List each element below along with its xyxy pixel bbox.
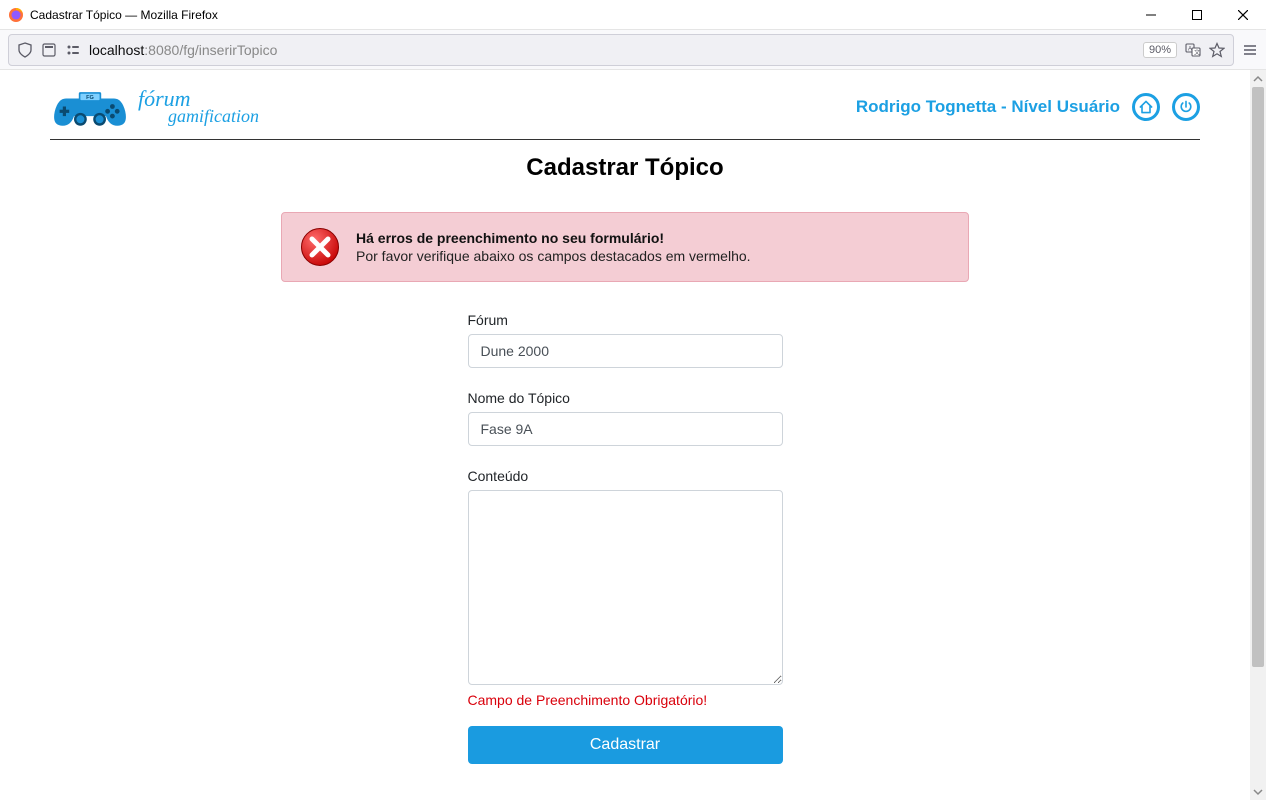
alert-subtitle: Por favor verifique abaixo os campos des…: [356, 248, 751, 264]
header-divider: [50, 139, 1200, 140]
user-label[interactable]: Rodrigo Tognetta - Nível Usuário: [856, 97, 1120, 117]
browser-toolbar: localhost:8080/fg/inserirTopico 90% A文: [0, 30, 1266, 70]
window-close-button[interactable]: [1220, 0, 1266, 30]
window-maximize-button[interactable]: [1174, 0, 1220, 30]
scroll-down-arrow-icon[interactable]: [1250, 783, 1266, 800]
user-bar: Rodrigo Tognetta - Nível Usuário: [856, 93, 1200, 121]
page-info-icon[interactable]: [41, 42, 57, 58]
content-textarea[interactable]: [468, 490, 783, 685]
vertical-scrollbar[interactable]: [1250, 70, 1266, 800]
url-path: /fg/inserirTopico: [179, 42, 277, 58]
site-logo[interactable]: FG fórum gamification: [50, 84, 259, 129]
submit-button[interactable]: Cadastrar: [468, 726, 783, 764]
url-text: localhost:8080/fg/inserirTopico: [89, 42, 277, 58]
form-error-alert: Há erros de preenchimento no seu formulá…: [281, 212, 969, 282]
topic-form: Fórum Nome do Tópico Conteúdo Campo de P…: [468, 312, 783, 764]
site-header: FG fórum gamification: [40, 84, 1210, 139]
scroll-up-arrow-icon[interactable]: [1250, 70, 1266, 87]
home-icon[interactable]: [1132, 93, 1160, 121]
controller-icon: FG: [50, 84, 130, 129]
svg-text:A: A: [1188, 46, 1192, 52]
logo-line2: gamification: [138, 108, 259, 124]
topic-name-input[interactable]: [468, 412, 783, 446]
error-icon: [300, 227, 340, 267]
url-port: :8080: [144, 42, 179, 58]
content-error-message: Campo de Preenchimento Obrigatório!: [468, 692, 783, 708]
url-host: localhost: [89, 42, 144, 58]
window-minimize-button[interactable]: [1128, 0, 1174, 30]
forum-input[interactable]: [468, 334, 783, 368]
firefox-icon: [8, 7, 24, 23]
translate-icon[interactable]: A文: [1185, 42, 1201, 58]
bookmark-star-icon[interactable]: [1209, 42, 1225, 58]
window-title: Cadastrar Tópico — Mozilla Firefox: [30, 8, 218, 22]
topic-name-label: Nome do Tópico: [468, 390, 783, 406]
logo-text: fórum gamification: [138, 89, 259, 125]
window-titlebar: Cadastrar Tópico — Mozilla Firefox: [0, 0, 1266, 30]
svg-text:文: 文: [1194, 48, 1200, 56]
scrollbar-thumb[interactable]: [1252, 87, 1264, 667]
titlebar-left: Cadastrar Tópico — Mozilla Firefox: [8, 7, 218, 23]
window-controls: [1128, 0, 1266, 30]
shield-icon[interactable]: [17, 42, 33, 58]
forum-field-group: Fórum: [468, 312, 783, 368]
url-bar[interactable]: localhost:8080/fg/inserirTopico 90% A文: [8, 34, 1234, 66]
page-title: Cadastrar Tópico: [40, 154, 1210, 182]
topic-name-field-group: Nome do Tópico: [468, 390, 783, 446]
permissions-icon[interactable]: [65, 42, 81, 58]
content-field-group: Conteúdo Campo de Preenchimento Obrigató…: [468, 468, 783, 708]
svg-text:FG: FG: [86, 95, 94, 101]
zoom-badge[interactable]: 90%: [1143, 42, 1177, 58]
alert-title: Há erros de preenchimento no seu formulá…: [356, 230, 751, 246]
content-label: Conteúdo: [468, 468, 783, 484]
app-menu-icon[interactable]: [1242, 42, 1258, 58]
page-content: FG fórum gamification: [0, 70, 1250, 764]
forum-label: Fórum: [468, 312, 783, 328]
power-icon[interactable]: [1172, 93, 1200, 121]
page-viewport: FG fórum gamification: [0, 70, 1266, 800]
